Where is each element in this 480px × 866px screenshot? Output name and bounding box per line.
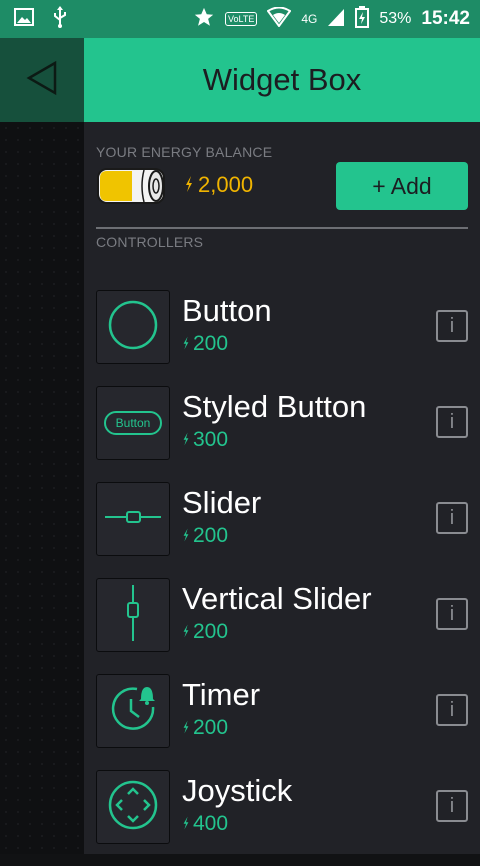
background-panel[interactable] — [0, 38, 84, 854]
volte-badge: VoLTE — [224, 12, 258, 26]
info-button[interactable]: i — [436, 310, 468, 342]
widget-icon-box — [96, 770, 170, 844]
widget-cost: 200 — [182, 332, 272, 356]
signal-icon — [327, 7, 345, 32]
star-icon — [193, 6, 215, 33]
info-icon: i — [449, 410, 455, 433]
widget-name: Timer — [182, 677, 261, 712]
widget-cost-value: 200 — [193, 524, 229, 547]
controllers-label: CONTROLLERS — [96, 234, 204, 250]
energy-balance-label: YOUR ENERGY BALANCE — [96, 144, 273, 160]
widget-cost: 200 — [182, 716, 260, 740]
widget-icon-box — [96, 290, 170, 364]
circle-button-icon — [107, 299, 159, 356]
widget-name: Styled Button — [182, 389, 367, 424]
styled-button-icon-text: Button — [115, 416, 151, 430]
battery-charging-icon — [355, 5, 370, 33]
vertical-slider-icon — [123, 583, 143, 648]
widget-icon-box — [96, 482, 170, 556]
widget-item-slider[interactable]: Slider 200 i — [96, 482, 468, 578]
widget-cost-value: 200 — [193, 620, 229, 643]
info-icon: i — [449, 698, 455, 721]
battery-percent: 53% — [379, 10, 412, 27]
slider-icon — [103, 507, 163, 532]
widget-icon-box — [96, 578, 170, 652]
wifi-icon — [266, 6, 292, 32]
widget-item-vertical-slider[interactable]: Vertical Slider 200 i — [96, 578, 468, 674]
widget-cost-value: 200 — [193, 716, 229, 739]
add-energy-button[interactable]: + Add — [336, 162, 468, 210]
widget-cost: 200 — [182, 620, 372, 644]
widget-name: Joystick — [182, 773, 293, 808]
widget-name: Slider — [182, 485, 262, 520]
widget-cost-value: 400 — [193, 812, 229, 835]
info-button[interactable]: i — [436, 790, 468, 822]
widget-item-joystick[interactable]: Joystick 400 i — [96, 770, 468, 866]
cost-bolt-icon — [182, 524, 190, 548]
back-button[interactable] — [0, 38, 84, 122]
image-icon — [14, 7, 34, 31]
widget-cost-value: 300 — [193, 428, 229, 451]
back-arrow-icon — [25, 60, 59, 101]
widget-icon-box — [96, 674, 170, 748]
page-title: Widget Box — [202, 62, 362, 97]
widget-box-drawer: Widget Box YOUR ENERGY BALANCE 2,000 + A… — [84, 38, 480, 854]
widget-icon-box: Button — [96, 386, 170, 460]
joystick-icon — [107, 779, 159, 836]
status-bar: VoLTE 4G 53% 15:42 — [0, 0, 480, 38]
info-button[interactable]: i — [436, 598, 468, 630]
divider — [96, 227, 468, 229]
cost-bolt-icon — [182, 428, 190, 452]
clock: 15:42 — [421, 8, 470, 29]
cost-bolt-icon — [182, 716, 190, 740]
energy-amount: 2,000 — [198, 172, 254, 197]
widget-cost: 200 — [182, 524, 261, 548]
info-button[interactable]: i — [436, 502, 468, 534]
info-button[interactable]: i — [436, 694, 468, 726]
info-icon: i — [449, 794, 455, 817]
widget-name: Button — [182, 293, 272, 328]
energy-bolt-icon — [184, 172, 194, 198]
widget-name: Vertical Slider — [182, 581, 372, 616]
info-icon: i — [449, 314, 455, 337]
cost-bolt-icon — [182, 620, 190, 644]
cost-bolt-icon — [182, 332, 190, 356]
energy-balance-value: 2,000 — [184, 172, 253, 198]
drawer-header: Widget Box — [84, 38, 480, 122]
timer-icon — [107, 683, 159, 740]
widget-list: Button 200 i Button Styled Button 300 i … — [96, 290, 468, 866]
info-button[interactable]: i — [436, 406, 468, 438]
usb-icon — [52, 5, 68, 33]
styled-button-icon: Button — [104, 411, 162, 435]
widget-item-styled-button[interactable]: Button Styled Button 300 i — [96, 386, 468, 482]
widget-item-button[interactable]: Button 200 i — [96, 290, 468, 386]
battery-icon — [96, 166, 170, 211]
widget-cost: 300 — [182, 428, 366, 452]
info-icon: i — [449, 506, 455, 529]
widget-cost-value: 200 — [193, 332, 229, 355]
widget-item-timer[interactable]: Timer 200 i — [96, 674, 468, 770]
widget-cost: 400 — [182, 812, 292, 836]
cost-bolt-icon — [182, 812, 190, 836]
info-icon: i — [449, 602, 455, 625]
network-type: 4G — [301, 12, 318, 26]
